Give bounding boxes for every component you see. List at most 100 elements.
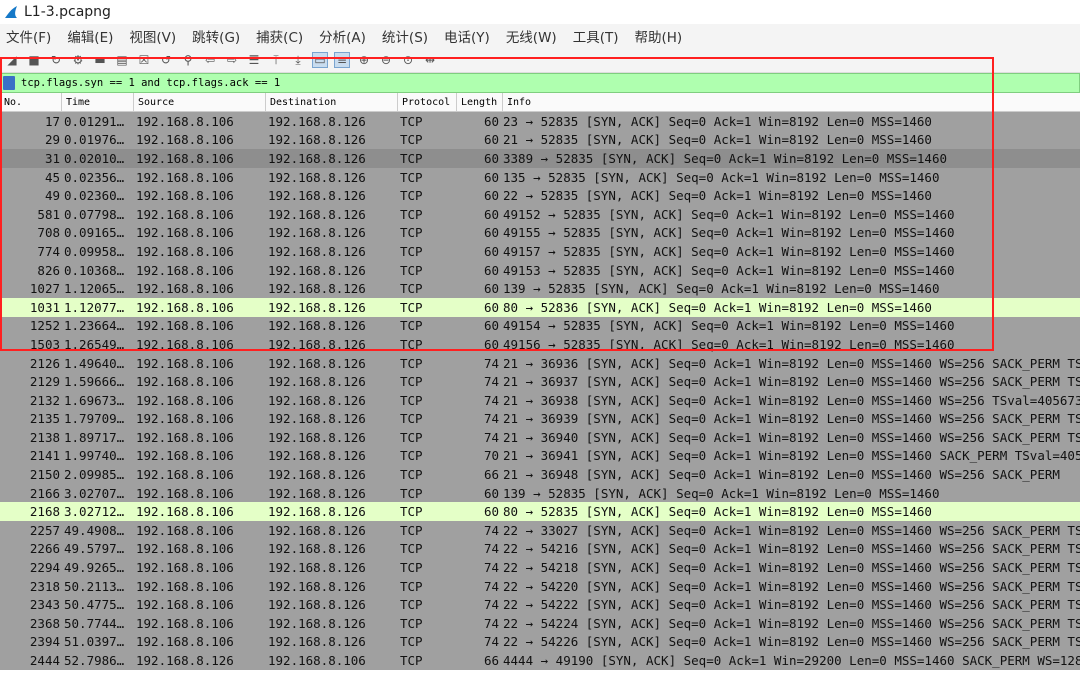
go-to-packet-icon[interactable]: ☰ xyxy=(246,52,262,68)
table-row[interactable]: 31 0.02010… 192.168.8.106 192.168.8.126 TCP 6… xyxy=(0,149,1080,168)
table-row[interactable]: 1031 1.12077… 192.168.8.106 192.168.8.126 TC… xyxy=(0,297,1080,317)
column-header-source[interactable]: Source xyxy=(134,93,266,111)
cell-len: 74 xyxy=(483,634,499,650)
table-row[interactable]: 45 0.02356… 192.168.8.106 192.168.8.126 TCP 6… xyxy=(0,167,1080,187)
table-row[interactable]: 2135 1.79709… 192.168.8.106 192.168.8.126 TC… xyxy=(0,409,1080,429)
cell-len: 66 xyxy=(483,467,499,483)
go-last-icon[interactable]: ⤓ xyxy=(290,52,306,68)
table-row[interactable]: 2368 50.7744… 192.168.8.106 192.168.8.126 TC… xyxy=(0,614,1080,633)
go-first-icon[interactable]: ⤒ xyxy=(268,52,284,68)
autoscroll-icon[interactable]: ▭ xyxy=(312,52,328,68)
table-row[interactable]: 2294 49.9265… 192.168.8.106 192.168.8.126 TC… xyxy=(0,558,1080,577)
table-row[interactable]: 2141 1.99740… 192.168.8.106 192.168.8.126 TC… xyxy=(0,446,1080,466)
colorize-icon[interactable]: ≡ xyxy=(334,52,350,68)
cell-src: 192.168.8.106 xyxy=(136,429,234,445)
table-row[interactable]: 2132 1.69673… 192.168.8.106 192.168.8.126 TC… xyxy=(0,390,1080,410)
display-filter-bar[interactable]: tcp.flags.syn == 1 and tcp.flags.ack == … xyxy=(0,73,1080,93)
menu-item[interactable]: 捕获(C) xyxy=(256,26,303,46)
cell-time: 1.26549… xyxy=(64,336,125,352)
cell-len: 60 xyxy=(483,169,499,185)
cell-info: 22 → 54222 [SYN, ACK] Seq=0 Ack=1 Win=81… xyxy=(503,597,1080,613)
cell-info: 21 → 52835 [SYN, ACK] Seq=0 Ack=1 Win=81… xyxy=(503,132,932,148)
table-row[interactable]: 2318 50.2113… 192.168.8.106 192.168.8.126 TC… xyxy=(0,576,1080,596)
cell-dst: 192.168.8.126 xyxy=(268,206,366,222)
table-row[interactable]: 2138 1.89717… 192.168.8.106 192.168.8.126 TC… xyxy=(0,428,1080,447)
table-row[interactable]: 708 0.09165… 192.168.8.106 192.168.8.126 TCP… xyxy=(0,223,1080,243)
cell-no: 2444 xyxy=(29,653,60,669)
menu-item[interactable]: 编辑(E) xyxy=(67,26,113,46)
cell-proto: TCP xyxy=(400,504,423,520)
menu-item[interactable]: 帮助(H) xyxy=(634,26,682,46)
menu-item[interactable]: 跳转(G) xyxy=(192,26,240,46)
resize-columns-icon[interactable]: ⇹ xyxy=(422,52,438,68)
table-row[interactable]: 2444 52.7986… 192.168.8.126 192.168.8.106 TC… xyxy=(0,651,1080,670)
table-row[interactable]: 2150 2.09985… 192.168.8.106 192.168.8.126 TC… xyxy=(0,465,1080,484)
cell-time: 49.4908… xyxy=(64,522,125,538)
cell-info: 22 → 54218 [SYN, ACK] Seq=0 Ack=1 Win=81… xyxy=(503,560,1080,576)
table-row[interactable]: 2394 51.0397… 192.168.8.106 192.168.8.126 TC… xyxy=(0,632,1080,652)
column-header-info[interactable]: Info xyxy=(503,93,1080,111)
restart-capture-icon[interactable]: ↻ xyxy=(48,52,64,68)
menu-item[interactable]: 工具(T) xyxy=(573,26,619,46)
cell-proto: TCP xyxy=(400,225,423,241)
cell-dst: 192.168.8.126 xyxy=(268,169,366,185)
cell-info: 21 → 36940 [SYN, ACK] Seq=0 Ack=1 Win=81… xyxy=(503,429,1080,445)
cell-src: 192.168.8.106 xyxy=(136,560,234,576)
column-header-protocol[interactable]: Protocol xyxy=(398,93,457,111)
table-row[interactable]: 1503 1.26549… 192.168.8.106 192.168.8.126 TC… xyxy=(0,335,1080,354)
table-row[interactable]: 17 0.01291… 192.168.8.106 192.168.8.126 TCP 6… xyxy=(0,112,1080,131)
cell-dst: 192.168.8.126 xyxy=(268,336,366,352)
cell-time: 0.10368… xyxy=(64,262,125,278)
save-file-icon[interactable]: ▤ xyxy=(114,52,130,68)
cell-proto: TCP xyxy=(400,281,423,297)
menu-item[interactable]: 分析(A) xyxy=(319,26,366,46)
table-row[interactable]: 2168 3.02712… 192.168.8.106 192.168.8.126 TC… xyxy=(0,502,1080,522)
column-header-no[interactable]: No. xyxy=(0,93,62,111)
menu-item[interactable]: 视图(V) xyxy=(129,26,176,46)
cell-no: 2294 xyxy=(29,560,60,576)
table-row[interactable]: 29 0.01976… 192.168.8.106 192.168.8.126 TCP 6… xyxy=(0,130,1080,150)
zoom-out-icon[interactable]: ⊖ xyxy=(378,52,394,68)
go-back-icon[interactable]: ⇦ xyxy=(202,52,218,68)
display-filter-input[interactable]: tcp.flags.syn == 1 and tcp.flags.ack == … xyxy=(21,77,280,89)
cell-src: 192.168.8.106 xyxy=(136,448,234,464)
menu-item[interactable]: 文件(F) xyxy=(6,26,51,46)
menu-item[interactable]: 统计(S) xyxy=(382,26,428,46)
find-packet-icon[interactable]: ⚲ xyxy=(180,52,196,68)
zoom-in-icon[interactable]: ⊕ xyxy=(356,52,372,68)
stop-capture-icon[interactable]: ■ xyxy=(26,52,42,68)
menu-item[interactable]: 电话(Y) xyxy=(444,26,490,46)
table-row[interactable]: 1252 1.23664… 192.168.8.106 192.168.8.126 TC… xyxy=(0,316,1080,336)
reload-file-icon[interactable]: ↺ xyxy=(158,52,174,68)
cell-len: 60 xyxy=(483,225,499,241)
column-header-length[interactable]: Length xyxy=(457,93,503,111)
column-header-destination[interactable]: Destination xyxy=(266,93,398,111)
go-forward-icon[interactable]: ⇨ xyxy=(224,52,240,68)
menu-item[interactable]: 无线(W) xyxy=(506,26,557,46)
column-header-time[interactable]: Time xyxy=(62,93,134,111)
cell-no: 45 xyxy=(44,169,60,185)
bookmark-icon[interactable] xyxy=(3,76,15,90)
table-row[interactable]: 49 0.02360… 192.168.8.106 192.168.8.126 TCP 6… xyxy=(0,186,1080,205)
table-row[interactable]: 581 0.07798… 192.168.8.106 192.168.8.126 TCP… xyxy=(0,204,1080,224)
table-row[interactable]: 826 0.10368… 192.168.8.106 192.168.8.126 TCP… xyxy=(0,260,1080,280)
table-row[interactable]: 2257 49.4908… 192.168.8.106 192.168.8.126 TC… xyxy=(0,521,1080,540)
table-row[interactable]: 2266 49.5797… 192.168.8.106 192.168.8.126 TC… xyxy=(0,539,1080,559)
table-row[interactable]: 2129 1.59666… 192.168.8.106 192.168.8.126 TC… xyxy=(0,372,1080,391)
cell-dst: 192.168.8.126 xyxy=(268,243,366,259)
zoom-normal-icon[interactable]: ⊙ xyxy=(400,52,416,68)
cell-time: 1.79709… xyxy=(64,411,125,427)
cell-no: 1027 xyxy=(29,281,60,297)
capture-options-icon[interactable]: ⚙ xyxy=(70,52,86,68)
cell-src: 192.168.8.106 xyxy=(136,132,234,148)
table-row[interactable]: 2126 1.49640… 192.168.8.106 192.168.8.126 TC… xyxy=(0,353,1080,373)
table-row[interactable]: 774 0.09958… 192.168.8.106 192.168.8.126 TCP… xyxy=(0,242,1080,261)
cell-src: 192.168.8.106 xyxy=(136,504,234,520)
open-file-icon[interactable]: ▬ xyxy=(92,52,108,68)
table-row[interactable]: 2343 50.4775… 192.168.8.106 192.168.8.126 TC… xyxy=(0,595,1080,615)
start-capture-icon[interactable]: ◢ xyxy=(4,52,20,68)
cell-src: 192.168.8.106 xyxy=(136,485,234,501)
close-file-icon[interactable]: ☒ xyxy=(136,52,152,68)
table-row[interactable]: 1027 1.12065… 192.168.8.106 192.168.8.126 TC… xyxy=(0,279,1080,298)
table-row[interactable]: 2166 3.02707… 192.168.8.106 192.168.8.126 TC… xyxy=(0,483,1080,503)
